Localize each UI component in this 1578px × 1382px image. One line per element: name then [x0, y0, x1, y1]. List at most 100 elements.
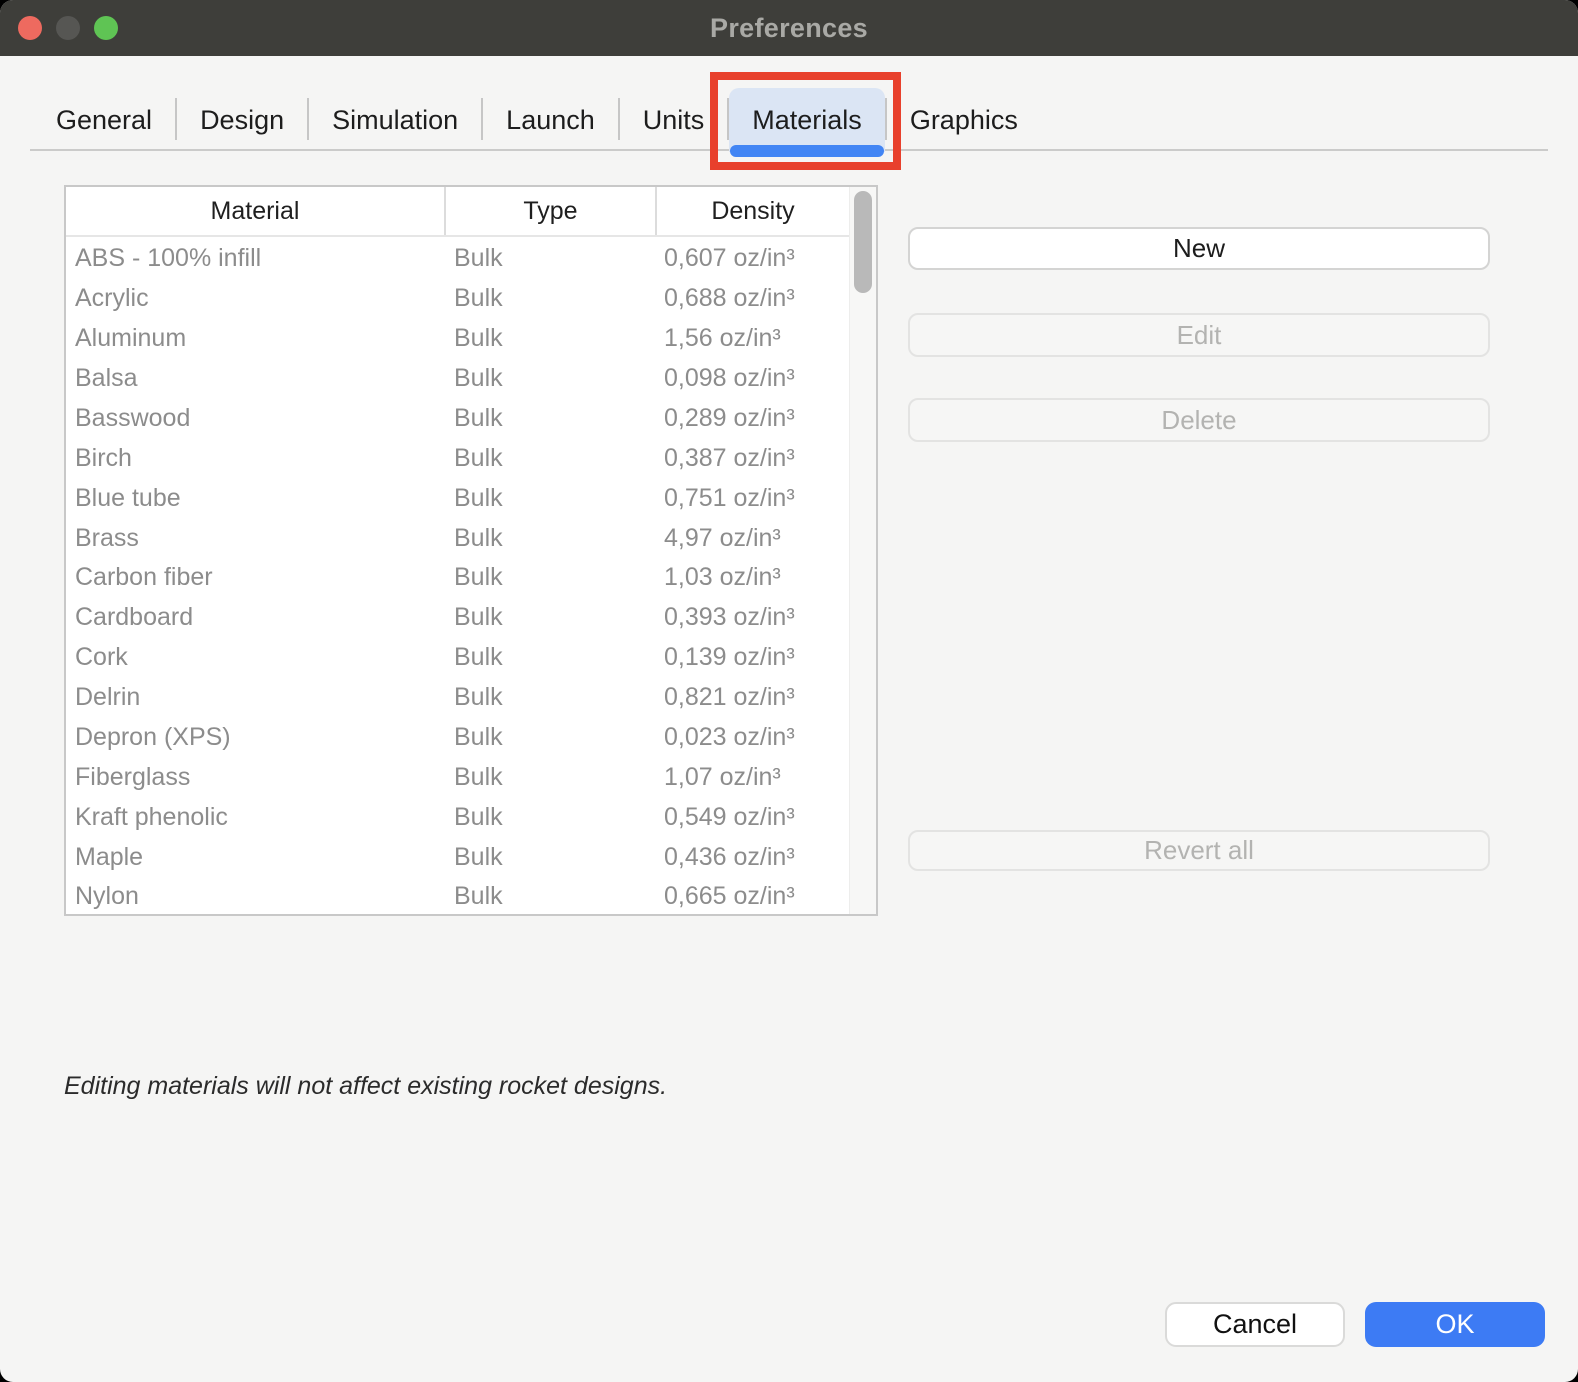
tab-label: Graphics — [910, 105, 1018, 136]
cell-density: 0,436 oz/in³ — [655, 843, 849, 872]
tab-units[interactable]: Units — [620, 88, 728, 152]
preferences-window: Preferences General Design Simulation Launc… — [0, 0, 1578, 1382]
table-row[interactable]: Kraft phenolicBulk0,549 oz/in³ — [66, 797, 876, 837]
cell-type: Bulk — [444, 244, 655, 273]
cell-type: Bulk — [444, 444, 655, 473]
delete-button[interactable]: Delete — [908, 398, 1490, 442]
cell-type: Bulk — [444, 643, 655, 672]
table-header-row: Material Type Density — [66, 187, 876, 237]
cell-type: Bulk — [444, 843, 655, 872]
column-header-material: Material — [66, 187, 444, 235]
table-row[interactable]: CorkBulk0,139 oz/in³ — [66, 638, 876, 678]
cell-material: Cork — [66, 643, 444, 672]
ok-button[interactable]: OK — [1365, 1302, 1545, 1347]
cell-type: Bulk — [444, 364, 655, 393]
cell-density: 0,139 oz/in³ — [655, 643, 849, 672]
table-row[interactable]: MapleBulk0,436 oz/in³ — [66, 837, 876, 877]
cell-density: 0,751 oz/in³ — [655, 484, 849, 513]
table-row[interactable]: Blue tubeBulk0,751 oz/in³ — [66, 478, 876, 518]
cell-material: Balsa — [66, 364, 444, 393]
edit-button[interactable]: Edit — [908, 313, 1490, 357]
zoom-window-icon[interactable] — [94, 16, 118, 40]
table-row[interactable]: BirchBulk0,387 oz/in³ — [66, 438, 876, 478]
cell-type: Bulk — [444, 484, 655, 513]
table-row[interactable]: NylonBulk0,665 oz/in³ — [66, 877, 876, 914]
cell-density: 1,56 oz/in³ — [655, 324, 849, 353]
tab-label: Simulation — [332, 105, 458, 136]
revert-all-button[interactable]: Revert all — [908, 830, 1490, 871]
cell-density: 0,023 oz/in³ — [655, 723, 849, 752]
tab-label: Units — [643, 105, 705, 136]
cell-type: Bulk — [444, 404, 655, 433]
cell-density: 0,688 oz/in³ — [655, 284, 849, 313]
cell-density: 4,97 oz/in³ — [655, 524, 849, 553]
cell-material: Kraft phenolic — [66, 803, 444, 832]
minimize-window-icon — [56, 16, 80, 40]
cell-density: 0,607 oz/in³ — [655, 244, 849, 273]
cell-type: Bulk — [444, 284, 655, 313]
cell-material: ABS - 100% infill — [66, 244, 444, 273]
active-tab-underline — [730, 145, 884, 157]
cancel-button[interactable]: Cancel — [1165, 1302, 1345, 1347]
tab-label: Design — [200, 105, 284, 136]
cell-material: Acrylic — [66, 284, 444, 313]
tab-label: General — [56, 105, 152, 136]
cell-material: Blue tube — [66, 484, 444, 513]
window-title: Preferences — [710, 13, 868, 44]
tab-launch[interactable]: Launch — [483, 88, 618, 152]
cell-type: Bulk — [444, 324, 655, 353]
cell-material: Cardboard — [66, 603, 444, 632]
table-row[interactable]: BrassBulk4,97 oz/in³ — [66, 518, 876, 558]
tab-general[interactable]: General — [33, 88, 175, 152]
cell-material: Brass — [66, 524, 444, 553]
cell-density: 0,665 oz/in³ — [655, 882, 849, 911]
cell-type: Bulk — [444, 763, 655, 792]
tab-design[interactable]: Design — [177, 88, 307, 152]
table-row[interactable]: DelrinBulk0,821 oz/in³ — [66, 678, 876, 718]
cell-material: Carbon fiber — [66, 563, 444, 592]
table-row[interactable]: AluminumBulk1,56 oz/in³ — [66, 319, 876, 359]
tab-simulation[interactable]: Simulation — [309, 88, 481, 152]
table-row[interactable]: BasswoodBulk0,289 oz/in³ — [66, 399, 876, 439]
tab-label: Launch — [506, 105, 595, 136]
table-row[interactable]: Depron (XPS)Bulk0,023 oz/in³ — [66, 718, 876, 758]
materials-table: Material Type Density ABS - 100% infillB… — [64, 185, 878, 916]
cell-material: Birch — [66, 444, 444, 473]
title-bar: Preferences — [0, 0, 1578, 56]
cell-type: Bulk — [444, 563, 655, 592]
cell-type: Bulk — [444, 803, 655, 832]
cell-density: 0,098 oz/in³ — [655, 364, 849, 393]
column-header-density: Density — [655, 187, 849, 235]
cell-density: 0,393 oz/in³ — [655, 603, 849, 632]
table-row[interactable]: BalsaBulk0,098 oz/in³ — [66, 359, 876, 399]
cell-material: Fiberglass — [66, 763, 444, 792]
cell-material: Depron (XPS) — [66, 723, 444, 752]
preferences-tab-bar: General Design Simulation Launch Units Materi… — [0, 56, 1578, 152]
cell-material: Basswood — [66, 404, 444, 433]
table-scrollbar-track[interactable] — [849, 187, 876, 914]
new-button[interactable]: New — [908, 227, 1490, 270]
table-row[interactable]: ABS - 100% infillBulk0,607 oz/in³ — [66, 239, 876, 279]
tab-list: General Design Simulation Launch Units Materi… — [33, 56, 1041, 152]
cell-density: 1,03 oz/in³ — [655, 563, 849, 592]
materials-edit-note: Editing materials will not affect existi… — [64, 1072, 667, 1101]
cell-type: Bulk — [444, 683, 655, 712]
tab-label: Materials — [752, 105, 862, 136]
table-row[interactable]: CardboardBulk0,393 oz/in³ — [66, 598, 876, 638]
traffic-lights — [18, 16, 118, 40]
column-header-type: Type — [444, 187, 655, 235]
cell-type: Bulk — [444, 603, 655, 632]
table-scrollbar-thumb[interactable] — [854, 191, 872, 293]
tab-graphics[interactable]: Graphics — [887, 88, 1041, 152]
cell-material: Maple — [66, 843, 444, 872]
cell-density: 0,387 oz/in³ — [655, 444, 849, 473]
table-row[interactable]: FiberglassBulk1,07 oz/in³ — [66, 757, 876, 797]
cell-type: Bulk — [444, 723, 655, 752]
cell-material: Aluminum — [66, 324, 444, 353]
table-row[interactable]: AcrylicBulk0,688 oz/in³ — [66, 279, 876, 319]
tab-materials[interactable]: Materials — [729, 88, 885, 152]
close-window-icon[interactable] — [18, 16, 42, 40]
cell-type: Bulk — [444, 524, 655, 553]
table-row[interactable]: Carbon fiberBulk1,03 oz/in³ — [66, 558, 876, 598]
cell-type: Bulk — [444, 882, 655, 911]
